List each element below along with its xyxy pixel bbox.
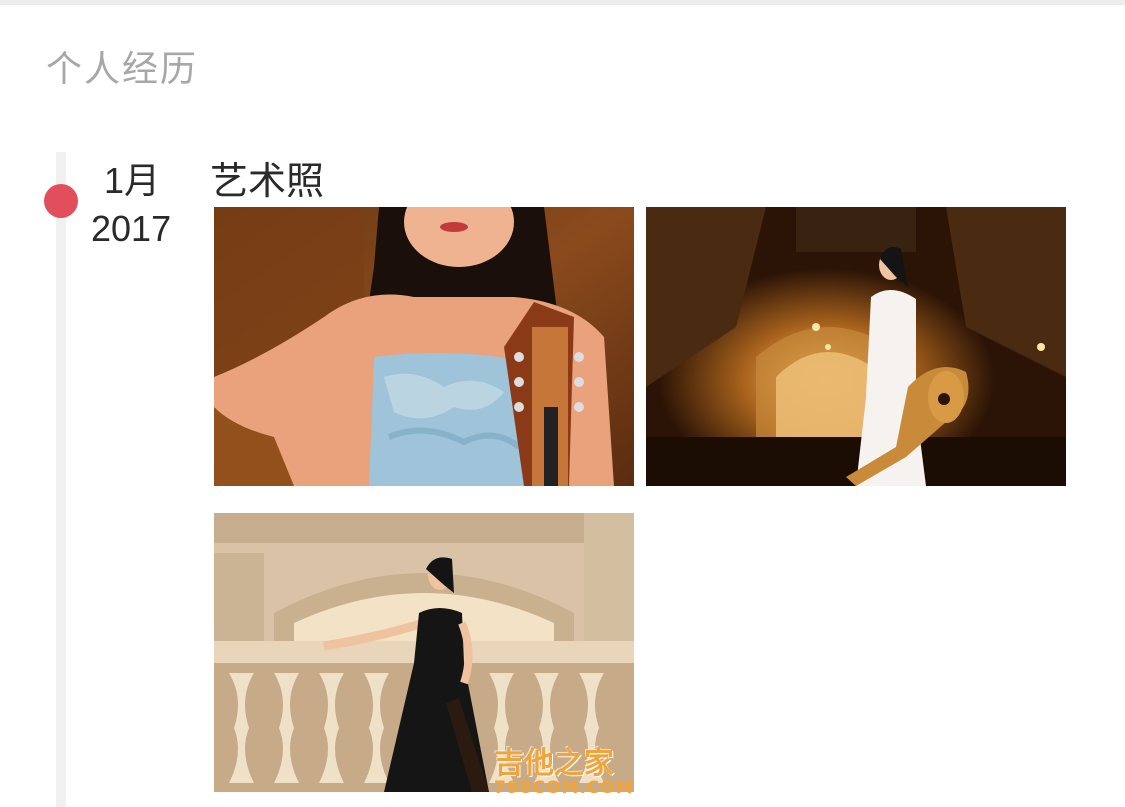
top-divider <box>0 0 1125 5</box>
photo-corridor-image <box>646 207 1066 486</box>
timeline-line <box>56 152 66 807</box>
watermark-text: 吉他之家 <box>494 746 614 781</box>
section-title: 个人经历 <box>46 49 199 90</box>
watermark-sub-text: 798COM.COM <box>494 778 634 798</box>
photo-guitarist-closeup[interactable] <box>214 207 634 486</box>
photo-guitarist-white-dress-corridor[interactable] <box>646 207 1066 486</box>
entry-month: 1月 <box>104 160 161 201</box>
photo-closeup-image <box>214 207 634 486</box>
entry-title: 艺术照 <box>210 159 325 203</box>
timeline-dot <box>44 184 78 218</box>
entry-year: 2017 <box>91 208 172 249</box>
